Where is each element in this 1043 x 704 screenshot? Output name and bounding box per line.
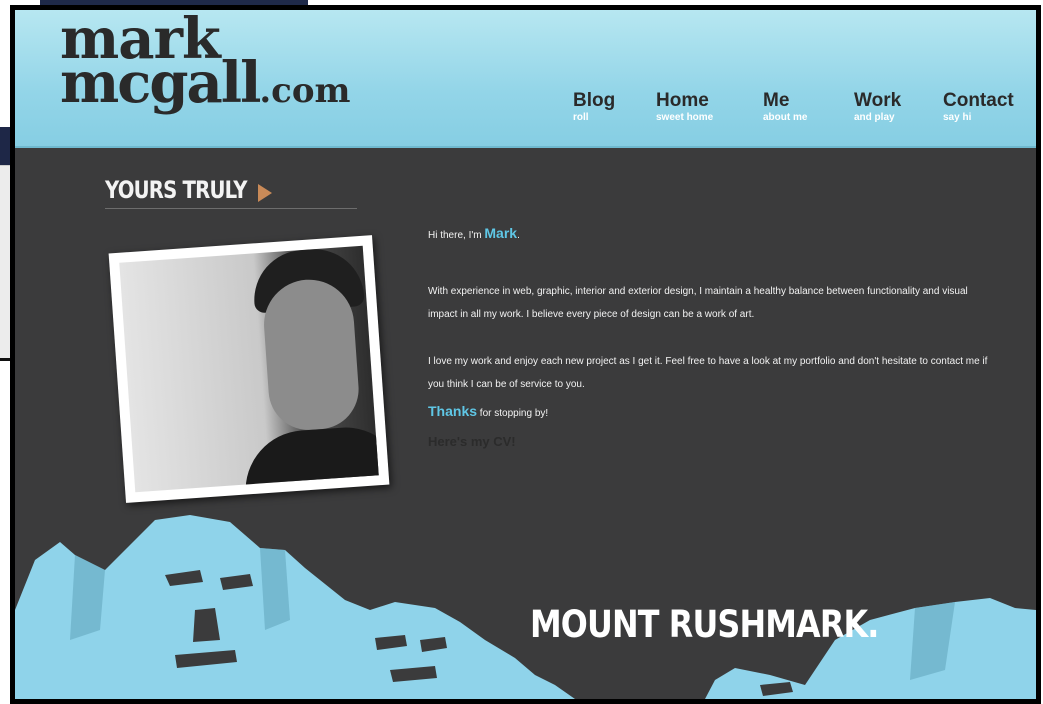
nav-item-contact[interactable]: Contact say hi: [943, 90, 1014, 130]
nav-sublabel: roll: [573, 112, 589, 123]
nav-sublabel: and play: [854, 112, 895, 123]
thanks-word: Thanks: [428, 403, 478, 419]
nav-item-blog[interactable]: Blog roll: [573, 90, 615, 130]
nav-label: Me: [763, 90, 790, 111]
section-heading: YOURS TRULY: [105, 176, 357, 209]
section-heading-text: YOURS TRULY: [105, 176, 248, 204]
greeting-suffix: .: [517, 230, 520, 241]
website-frame: mark mcgall.com Blog roll Home sweet hom…: [10, 5, 1041, 704]
site-header: mark mcgall.com Blog roll Home sweet hom…: [15, 10, 1036, 148]
intro-greeting: Hi there, I'm Mark.: [428, 225, 520, 241]
nav-label: Contact: [943, 90, 1014, 111]
thanks-rest: for stopping by!: [477, 408, 549, 419]
photo-face: [261, 276, 362, 433]
nav-item-me[interactable]: Me about me: [763, 90, 807, 130]
logo-tld: .com: [259, 71, 351, 111]
mount-rushmore-illustration: [15, 515, 1036, 699]
nav-label: Home: [656, 90, 709, 111]
profile-photo-image: [119, 245, 379, 493]
greeting-prefix: Hi there, I'm: [428, 230, 485, 241]
nav-label: Work: [854, 90, 902, 111]
nav-item-work[interactable]: Work and play: [854, 90, 901, 130]
nav-sublabel: about me: [763, 112, 808, 123]
rushmark-caption: MOUNT RUSHMARK.: [530, 603, 879, 646]
site-logo[interactable]: mark mcgall.com: [60, 11, 351, 119]
nav-sublabel: sweet home: [656, 112, 714, 123]
thanks-line: Thanks for stopping by!: [428, 403, 548, 419]
cv-link[interactable]: Here's my CV!: [428, 434, 516, 449]
nav-item-home[interactable]: Home sweet home: [656, 90, 713, 130]
intro-paragraph-1: With experience in web, graphic, interio…: [428, 286, 968, 320]
photo-shoulder: [241, 423, 379, 493]
intro-paragraph-2: I love my work and enjoy each new projec…: [428, 356, 988, 390]
nav-sublabel: say hi: [943, 112, 972, 123]
nav-label: Blog: [573, 90, 616, 111]
arrow-right-icon: [258, 184, 272, 202]
logo-line-2: mcgall: [60, 50, 261, 116]
profile-photo: [108, 235, 390, 503]
greeting-name: Mark: [484, 225, 518, 241]
